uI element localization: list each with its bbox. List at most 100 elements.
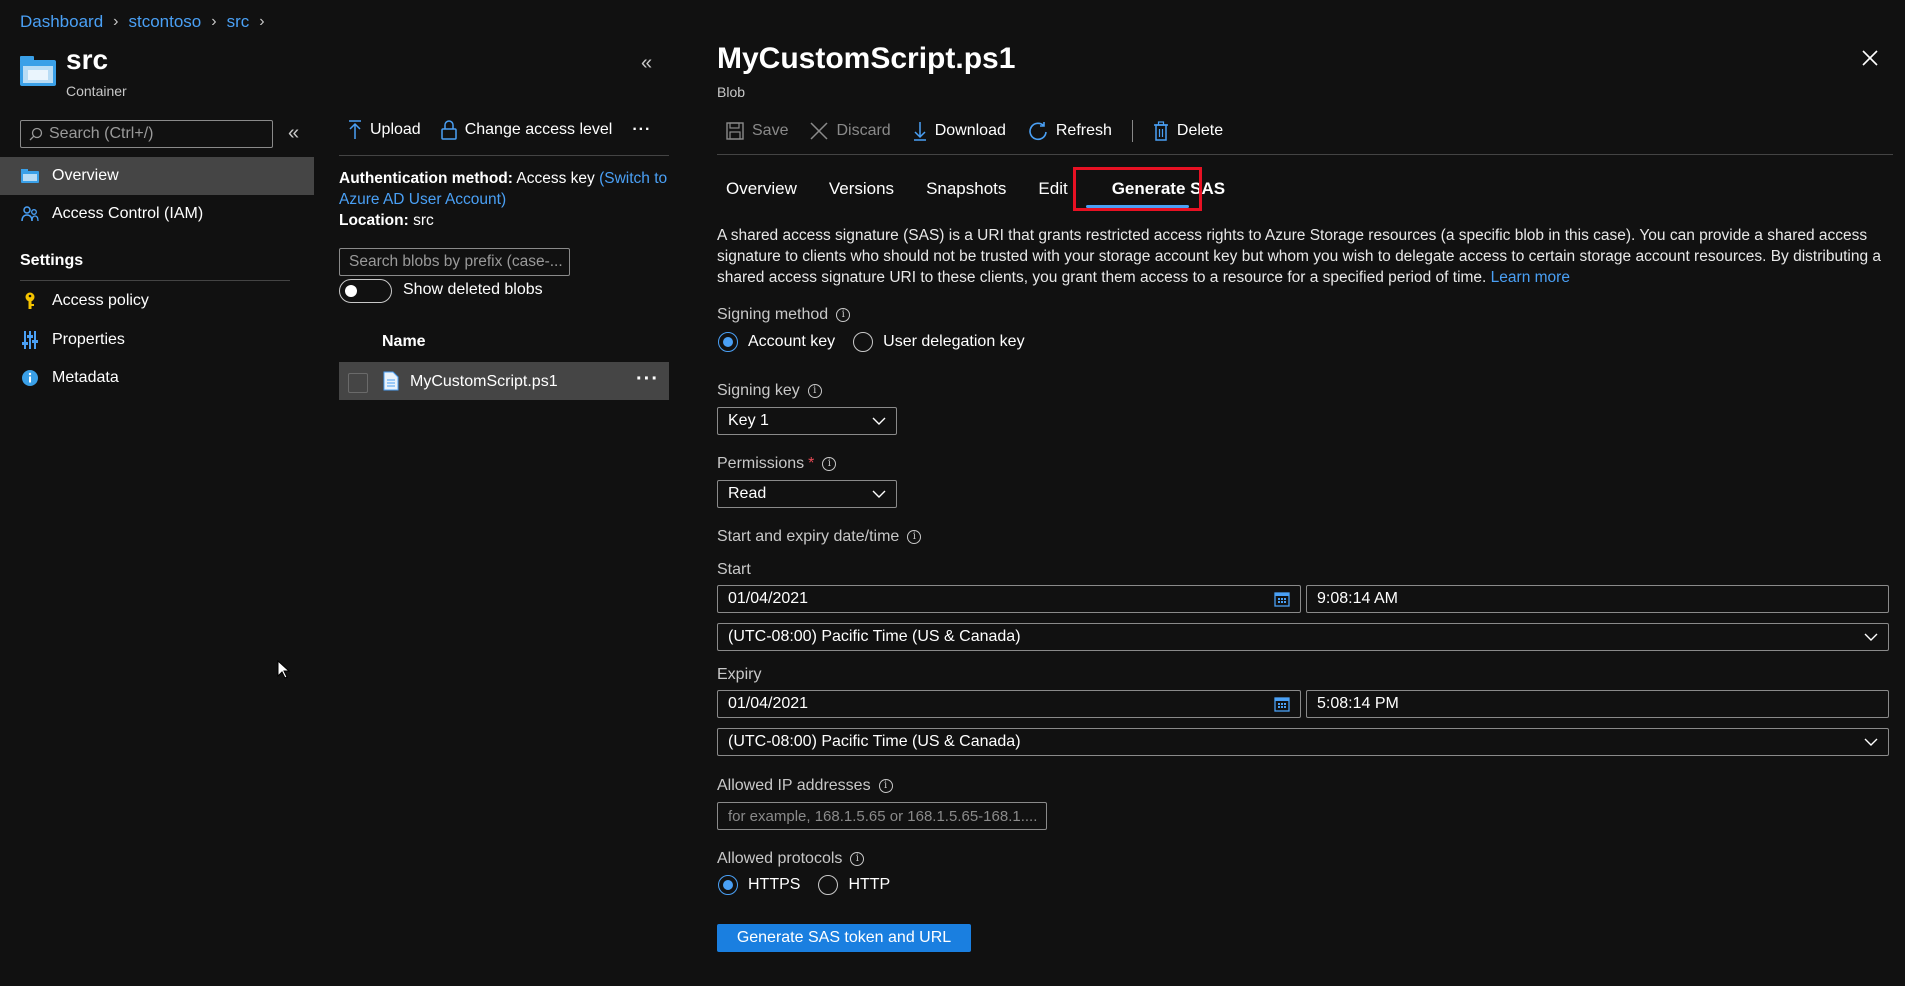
more-actions-button[interactable]: ··· bbox=[632, 121, 651, 139]
blob-toolbar: Save Discard Download Refresh Delete bbox=[726, 120, 1245, 142]
change-access-level-button[interactable]: Change access level bbox=[440, 120, 613, 140]
refresh-label: Refresh bbox=[1055, 122, 1112, 139]
download-icon bbox=[913, 121, 927, 141]
info-icon[interactable]: i bbox=[850, 852, 865, 866]
info-icon[interactable]: i bbox=[822, 457, 837, 471]
info-icon[interactable]: i bbox=[807, 384, 822, 398]
breadcrumb-storage-account[interactable]: stcontoso bbox=[129, 12, 202, 32]
radio-user-delegation-key[interactable]: User delegation key bbox=[853, 332, 1025, 352]
refresh-button[interactable]: Refresh bbox=[1028, 121, 1112, 141]
sidebar-item-label: Properties bbox=[52, 331, 125, 348]
permissions-dropdown[interactable]: Read bbox=[717, 480, 897, 508]
delete-label: Delete bbox=[1176, 122, 1224, 139]
sidebar-item-access-policy[interactable]: Access policy bbox=[0, 282, 314, 320]
radio-indicator bbox=[718, 332, 738, 352]
file-icon bbox=[383, 371, 399, 391]
key-icon bbox=[20, 291, 40, 311]
show-deleted-label: Show deleted blobs bbox=[403, 281, 543, 298]
toolbar-separator bbox=[1131, 120, 1133, 142]
chevron-right-icon: › bbox=[211, 13, 217, 30]
signing-method-radio-group: Account key User delegation key bbox=[718, 332, 1025, 352]
row-more-button[interactable]: ··· bbox=[636, 368, 659, 391]
field-label: Signing key bbox=[717, 382, 800, 399]
dropdown-value: (UTC-08:00) Pacific Time (US & Canada) bbox=[728, 733, 1021, 750]
sidebar-search-input[interactable]: Search (Ctrl+/) bbox=[20, 120, 273, 148]
start-date-input[interactable]: 01/04/2021 bbox=[717, 585, 1301, 613]
download-button[interactable]: Download bbox=[913, 121, 1006, 141]
signing-key-label: Signing key i bbox=[717, 382, 822, 400]
generate-sas-button[interactable]: Generate SAS token and URL bbox=[717, 924, 971, 952]
upload-label: Upload bbox=[370, 121, 421, 138]
chevron-right-icon: › bbox=[259, 13, 265, 30]
breadcrumb-container[interactable]: src bbox=[227, 12, 250, 32]
panel-subtitle: Blob bbox=[717, 84, 746, 100]
dropdown-value: Read bbox=[728, 485, 767, 502]
expiry-time-input[interactable]: 5:08:14 PM bbox=[1306, 690, 1889, 718]
divider bbox=[20, 280, 290, 281]
upload-icon bbox=[348, 120, 362, 140]
info-icon bbox=[20, 368, 40, 388]
download-label: Download bbox=[934, 122, 1006, 139]
row-checkbox[interactable] bbox=[348, 373, 368, 393]
save-button[interactable]: Save bbox=[726, 122, 788, 140]
radio-indicator bbox=[718, 875, 738, 895]
tab-edit[interactable]: Edit bbox=[1038, 168, 1067, 212]
collapse-blade-icon[interactable]: « bbox=[641, 52, 652, 75]
change-access-label: Change access level bbox=[464, 121, 613, 138]
radio-label: User delegation key bbox=[883, 333, 1025, 350]
expiry-timezone-dropdown[interactable]: (UTC-08:00) Pacific Time (US & Canada) bbox=[717, 728, 1889, 756]
container-properties: Authentication method: Access key (Switc… bbox=[339, 168, 675, 231]
calendar-icon[interactable] bbox=[1274, 591, 1290, 607]
lock-icon bbox=[440, 120, 457, 140]
chevron-down-icon bbox=[1864, 633, 1878, 641]
divider bbox=[339, 155, 669, 156]
signing-method-label: Signing method i bbox=[717, 306, 851, 324]
time-value: 5:08:14 PM bbox=[1317, 695, 1399, 712]
field-label: Allowed protocols bbox=[717, 850, 843, 867]
upload-button[interactable]: Upload bbox=[348, 120, 421, 140]
show-deleted-toggle[interactable] bbox=[339, 279, 392, 303]
radio-http[interactable]: HTTP bbox=[818, 875, 890, 895]
time-value: 9:08:14 AM bbox=[1317, 590, 1398, 607]
start-time-input[interactable]: 9:08:14 AM bbox=[1306, 585, 1889, 613]
learn-more-link[interactable]: Learn more bbox=[1491, 269, 1570, 286]
sidebar-item-properties[interactable]: Properties bbox=[0, 321, 314, 359]
close-icon[interactable] bbox=[1862, 50, 1878, 66]
calendar-icon[interactable] bbox=[1274, 696, 1290, 712]
tab-versions[interactable]: Versions bbox=[829, 168, 894, 212]
container-icon bbox=[20, 56, 56, 86]
breadcrumb-dashboard[interactable]: Dashboard bbox=[20, 12, 103, 32]
refresh-icon bbox=[1028, 121, 1048, 141]
expiry-label: Expiry bbox=[717, 666, 762, 683]
tab-snapshots[interactable]: Snapshots bbox=[926, 168, 1006, 212]
settings-heading: Settings bbox=[20, 252, 84, 269]
dropdown-value: (UTC-08:00) Pacific Time (US & Canada) bbox=[728, 628, 1021, 645]
radio-label: HTTP bbox=[848, 876, 891, 893]
radio-account-key[interactable]: Account key bbox=[718, 332, 835, 352]
field-label: Permissions bbox=[717, 455, 805, 472]
location-label: Location: bbox=[339, 212, 409, 229]
blob-search-input[interactable]: Search blobs by prefix (case-... bbox=[339, 248, 570, 276]
delete-button[interactable]: Delete bbox=[1153, 121, 1223, 141]
column-header-name[interactable]: Name bbox=[382, 333, 426, 351]
expiry-date-input[interactable]: 01/04/2021 bbox=[717, 690, 1301, 718]
allowed-ip-input[interactable]: for example, 168.1.5.65 or 168.1.5.65-16… bbox=[717, 802, 1047, 830]
signing-key-dropdown[interactable]: Key 1 bbox=[717, 407, 897, 435]
start-label: Start bbox=[717, 561, 751, 578]
collapse-menu-icon[interactable]: « bbox=[288, 122, 299, 145]
sidebar-item-overview[interactable]: Overview bbox=[0, 157, 314, 195]
field-label: Signing method bbox=[717, 306, 829, 323]
toggle-knob bbox=[345, 285, 357, 297]
chevron-right-icon: › bbox=[113, 13, 119, 30]
blob-name-link[interactable]: MyCustomScript.ps1 bbox=[410, 373, 558, 391]
sidebar-item-metadata[interactable]: Metadata bbox=[0, 359, 314, 397]
info-icon[interactable]: i bbox=[907, 530, 922, 544]
sidebar-item-iam[interactable]: Access Control (IAM) bbox=[0, 195, 314, 233]
trash-icon bbox=[1153, 121, 1169, 141]
radio-https[interactable]: HTTPS bbox=[718, 875, 800, 895]
tab-overview[interactable]: Overview bbox=[726, 168, 797, 212]
discard-button[interactable]: Discard bbox=[810, 122, 891, 140]
info-icon[interactable]: i bbox=[836, 308, 851, 322]
info-icon[interactable]: i bbox=[878, 779, 893, 793]
start-timezone-dropdown[interactable]: (UTC-08:00) Pacific Time (US & Canada) bbox=[717, 623, 1889, 651]
